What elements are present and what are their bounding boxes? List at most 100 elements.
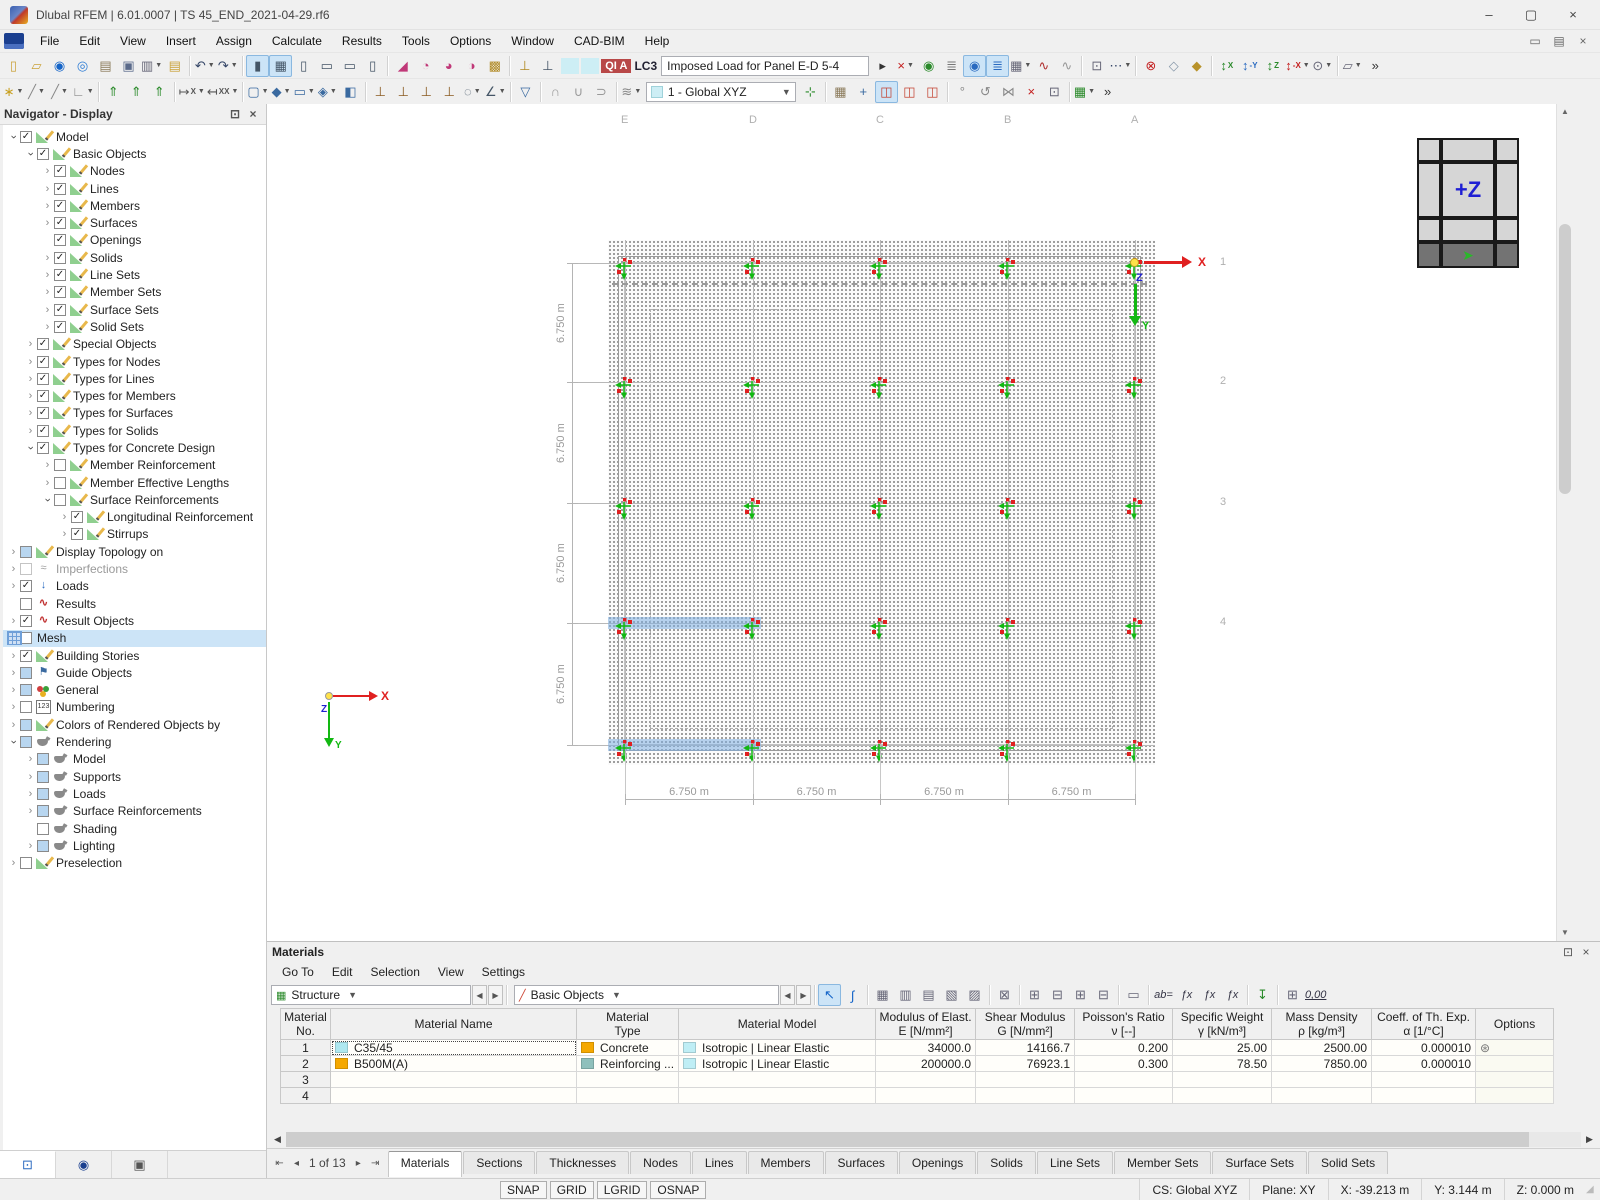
view-cube-edge[interactable] bbox=[1495, 162, 1519, 218]
grid-crosshair-button[interactable]: + bbox=[852, 81, 875, 103]
material-name-cell[interactable] bbox=[330, 1087, 577, 1104]
table-filter-selector[interactable]: ╱ Basic Objects ▼ bbox=[514, 985, 779, 1005]
table-tab-line-sets[interactable]: Line Sets bbox=[1036, 1151, 1113, 1174]
nodal-support-symbol[interactable] bbox=[998, 618, 1018, 640]
grid-settings-button[interactable]: ▦ bbox=[829, 81, 852, 103]
column-header-mass-density[interactable]: Mass Density ρ [kg/m³] bbox=[1271, 1008, 1373, 1040]
save-view-button[interactable]: ⊡ bbox=[1085, 55, 1108, 77]
visibility-checkbox[interactable]: ✓ bbox=[54, 320, 66, 333]
expand-icon[interactable]: › bbox=[7, 563, 20, 575]
plane-xz-button[interactable]: ◫ bbox=[921, 81, 944, 103]
material-name-cell[interactable] bbox=[330, 1071, 577, 1088]
new-opening-button[interactable]: ▭ ▼ bbox=[293, 81, 316, 103]
visibility-checkbox[interactable] bbox=[37, 753, 49, 766]
tree-item-results[interactable]: ∿ Results bbox=[3, 595, 266, 612]
expand-icon[interactable]: › bbox=[58, 511, 71, 523]
table-row[interactable]: 2 B500M(A) Reinforcing ... Isotropic | Line… bbox=[280, 1055, 1555, 1072]
tree-item-rendering[interactable]: › Rendering bbox=[3, 733, 266, 750]
table-tab-surfaces[interactable]: Surfaces bbox=[824, 1151, 898, 1174]
nodal-support-symbol[interactable] bbox=[615, 618, 635, 640]
expand-icon[interactable]: › bbox=[7, 546, 20, 558]
mat-move-row-button[interactable]: ⊟ bbox=[1092, 984, 1115, 1006]
shear-modulus-cell[interactable] bbox=[975, 1087, 1076, 1104]
status-toggle-grid[interactable]: GRID bbox=[549, 1180, 594, 1199]
collapse-icon[interactable]: › bbox=[25, 441, 37, 454]
mat-view-details-button[interactable]: ▨ bbox=[963, 984, 986, 1006]
column-header-specific-weight[interactable]: Specific Weight γ [kN/m³] bbox=[1172, 1008, 1273, 1040]
scroll-left-icon[interactable]: ◀ bbox=[269, 1132, 286, 1147]
visibility-checkbox[interactable] bbox=[54, 459, 66, 472]
redo-button[interactable]: ↷ ▼ bbox=[216, 55, 239, 77]
first-page-icon[interactable]: ⇤ bbox=[271, 1158, 288, 1169]
expand-icon[interactable]: › bbox=[24, 373, 37, 385]
tree-item-guide-objects[interactable]: › ⚑ Guide Objects bbox=[3, 664, 266, 681]
new-block-button[interactable]: ◧ bbox=[339, 81, 362, 103]
menu-help[interactable]: Help bbox=[635, 31, 680, 51]
mat-export-button[interactable]: ⊠ bbox=[993, 984, 1016, 1006]
material-type-cell[interactable] bbox=[575, 1071, 680, 1088]
new-member-load-button[interactable]: ◔ bbox=[414, 55, 437, 77]
visibility-checkbox[interactable]: ✓ bbox=[37, 424, 49, 437]
poisson-ratio-cell[interactable] bbox=[1074, 1071, 1174, 1088]
mass-density-cell[interactable] bbox=[1271, 1071, 1373, 1088]
view-minus-y-button[interactable]: ↕ -Y bbox=[1238, 55, 1261, 77]
specific-weight-cell[interactable] bbox=[1172, 1071, 1273, 1088]
expand-icon[interactable]: › bbox=[7, 615, 20, 627]
filter-next-button[interactable]: ▶ bbox=[796, 985, 811, 1005]
tree-item-openings[interactable]: ✓ Openings bbox=[3, 232, 266, 249]
materials-float-icon[interactable]: ⊡ bbox=[1559, 945, 1577, 959]
expand-icon[interactable]: › bbox=[41, 183, 54, 195]
tables-toggle-button[interactable]: ▦ bbox=[269, 54, 293, 77]
open-model-button[interactable]: ▱ bbox=[25, 55, 48, 77]
column-header-material[interactable]: Material Type bbox=[575, 1008, 680, 1040]
network-model-button[interactable]: ◎ bbox=[71, 55, 94, 77]
tree-item-numbering[interactable]: › 123 Numbering bbox=[3, 699, 266, 716]
modulus-cell[interactable] bbox=[875, 1087, 977, 1104]
specific-weight-cell[interactable]: 25.00 bbox=[1172, 1039, 1273, 1056]
status-toggle-osnap[interactable]: OSNAP bbox=[650, 1180, 707, 1199]
table-group-selector[interactable]: ▦ Structure ▼ bbox=[271, 985, 471, 1005]
expand-icon[interactable]: › bbox=[7, 650, 20, 662]
toolbar2-overflow-button[interactable]: » bbox=[1096, 81, 1119, 103]
new-polyline-button[interactable]: ∟ ▼ bbox=[71, 81, 95, 103]
visibility-checkbox[interactable]: ✓ bbox=[37, 355, 49, 368]
collapse-icon[interactable]: › bbox=[25, 147, 37, 160]
load-case-next-button[interactable]: ▸ bbox=[871, 55, 894, 77]
thermal-exp-cell[interactable] bbox=[1371, 1087, 1477, 1104]
delete-tool-button[interactable]: × bbox=[1020, 81, 1043, 103]
view-z-button[interactable]: ↕ Z bbox=[1261, 55, 1284, 77]
table-row[interactable]: 1 C35/45 Concrete Isotropic | Linear Elasti… bbox=[280, 1039, 1555, 1056]
visibility-checkbox[interactable] bbox=[37, 787, 49, 800]
expand-icon[interactable]: › bbox=[24, 771, 37, 783]
visibility-checkbox[interactable]: ✓ bbox=[37, 372, 49, 385]
expand-icon[interactable]: › bbox=[41, 459, 54, 471]
scrollbar-thumb[interactable] bbox=[286, 1132, 1530, 1147]
nodal-support-symbol[interactable] bbox=[870, 498, 890, 520]
visibility-checkbox[interactable]: ✓ bbox=[54, 234, 66, 247]
new-area-load-button[interactable]: ◕ bbox=[437, 55, 460, 77]
visibility-checkbox[interactable] bbox=[20, 701, 32, 714]
options-cell[interactable] bbox=[1475, 1071, 1555, 1088]
model-data-button[interactable]: ▤ bbox=[94, 55, 117, 77]
panels-close-icon[interactable]: × bbox=[1572, 34, 1594, 48]
mat-formula-button[interactable]: ƒx bbox=[1175, 984, 1198, 1006]
status-cs[interactable]: CS: Global XYZ bbox=[1139, 1179, 1249, 1200]
visibility-checkbox[interactable] bbox=[54, 476, 66, 489]
rotate-tool-button[interactable]: ↺ bbox=[974, 81, 997, 103]
mirror-tool-button[interactable]: ⋈ bbox=[997, 81, 1020, 103]
table-tab-surface-sets[interactable]: Surface Sets bbox=[1212, 1151, 1308, 1174]
nodal-support-symbol[interactable] bbox=[998, 377, 1018, 399]
status-plane[interactable]: Plane: XY bbox=[1249, 1179, 1327, 1200]
visibility-checkbox[interactable] bbox=[20, 684, 32, 697]
materials-menu-settings[interactable]: Settings bbox=[473, 963, 534, 981]
visibility-checkbox[interactable] bbox=[20, 666, 32, 679]
tree-item-shading[interactable]: Shading bbox=[3, 820, 266, 837]
mat-view-list-button[interactable]: ▥ bbox=[894, 984, 917, 1006]
new-load-case-button[interactable]: ▩ bbox=[483, 55, 506, 77]
visibility-checkbox[interactable]: ✓ bbox=[54, 217, 66, 230]
new-solid-button[interactable]: ◆ ▼ bbox=[270, 81, 293, 103]
mat-formula-edit-button[interactable]: ƒx bbox=[1198, 984, 1221, 1006]
view-x-button[interactable]: ↕ X bbox=[1215, 55, 1238, 77]
script-panel-button[interactable]: ▭ bbox=[315, 55, 338, 77]
column-header-material-model[interactable]: Material Model bbox=[678, 1008, 877, 1040]
